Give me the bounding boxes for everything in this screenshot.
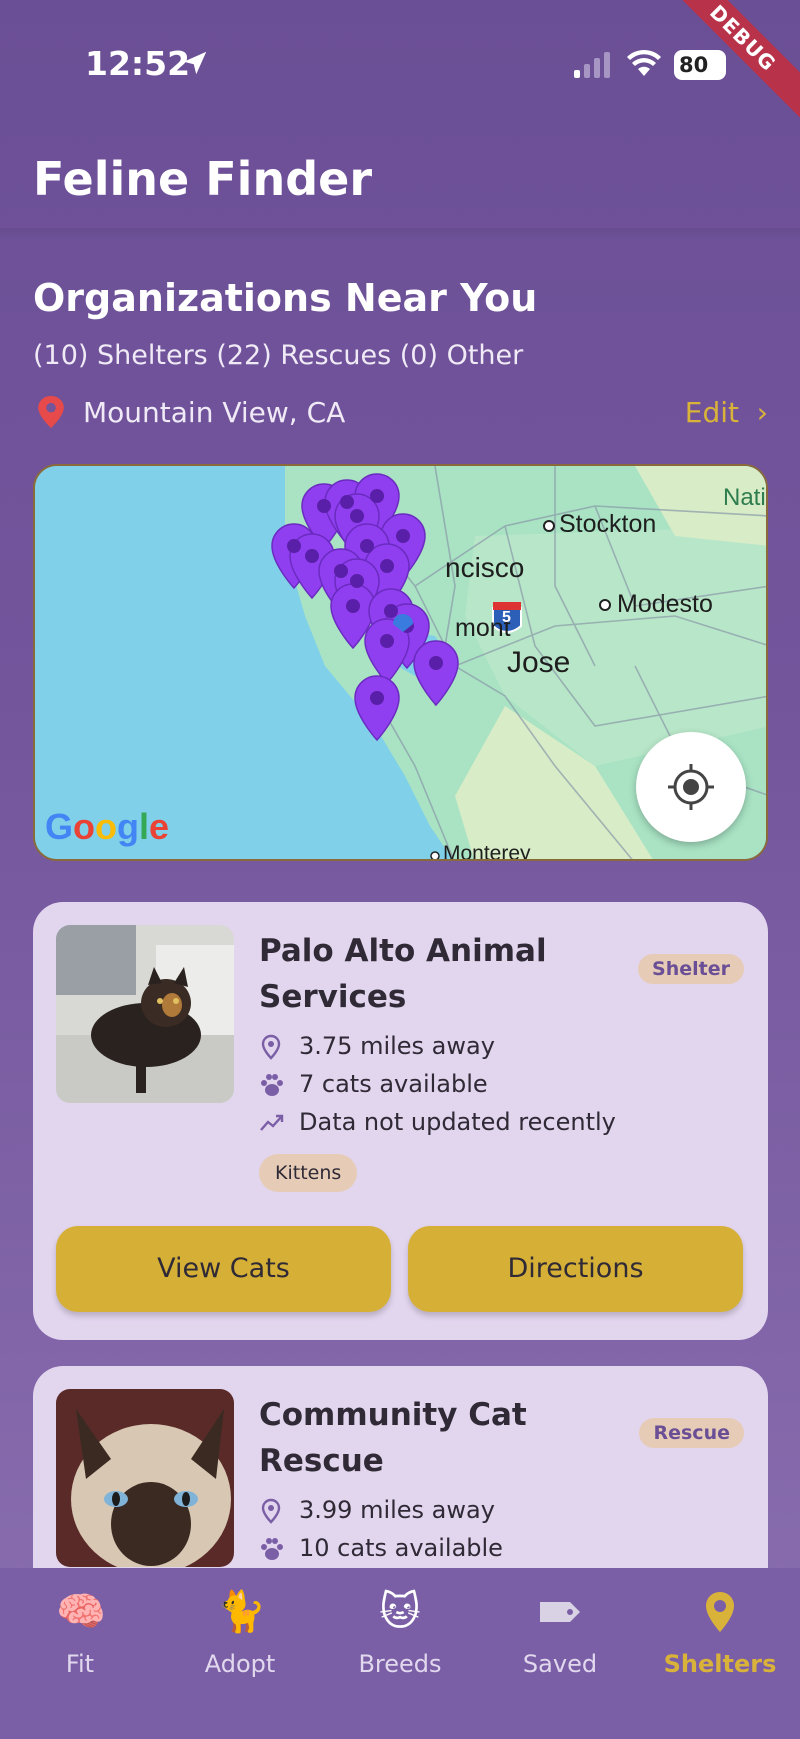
trending-up-icon xyxy=(260,1114,284,1131)
header-divider xyxy=(0,228,800,240)
location-pin-icon xyxy=(38,396,64,428)
location-row[interactable]: Mountain View, CA Edit › xyxy=(33,392,768,432)
tab-label: Breeds xyxy=(358,1650,442,1678)
cell-signal-icon xyxy=(574,52,610,78)
organization-photo xyxy=(56,925,234,1103)
map-label-national-park: Nati xyxy=(723,484,766,511)
map-label-modesto: Modesto xyxy=(617,590,713,618)
edit-label: Edit xyxy=(684,396,739,429)
location-pin-icon xyxy=(706,1592,734,1632)
organization-type-badge: Shelter xyxy=(638,954,744,984)
distance-text: 3.75 miles away xyxy=(299,1032,495,1060)
wifi-icon xyxy=(627,49,661,76)
cat-face-icon: 🐱 xyxy=(379,1589,421,1635)
map-pin-outline-icon xyxy=(261,1498,281,1524)
tab-label: Adopt xyxy=(204,1650,276,1678)
tab-label: Shelters xyxy=(663,1650,777,1678)
cat-icon: 🐈 xyxy=(216,1589,266,1635)
cats-available-text: 7 cats available xyxy=(299,1070,488,1098)
brain-icon: 🧠 xyxy=(56,1589,106,1635)
map-label-stockton: Stockton xyxy=(559,510,657,538)
chevron-right-icon: › xyxy=(747,396,768,429)
map-pin-outline-icon xyxy=(261,1034,281,1060)
google-logo: Google xyxy=(45,806,170,847)
edit-location-link[interactable]: Edit › xyxy=(685,396,768,429)
cats-available-text: 10 cats available xyxy=(299,1534,503,1562)
crosshair-icon xyxy=(668,764,714,810)
tab-label: Saved xyxy=(522,1650,598,1678)
distance-text: 3.99 miles away xyxy=(299,1496,495,1524)
tab-fit[interactable]: 🧠 Fit xyxy=(0,1580,160,1690)
paw-icon xyxy=(261,1074,283,1096)
tag-icon xyxy=(540,1602,580,1622)
directions-button[interactable]: Directions xyxy=(408,1226,743,1312)
tab-adopt[interactable]: 🐈 Adopt xyxy=(160,1580,320,1690)
status-time: 12:52 xyxy=(85,44,191,83)
map-label-san-francisco: ncisco xyxy=(445,552,525,583)
tab-label: Fit xyxy=(65,1650,95,1678)
battery-indicator: 80 xyxy=(674,50,726,80)
section-title: Organizations Near You xyxy=(33,276,538,320)
map-view[interactable]: Stockton ncisco Modesto mont Jose Monter… xyxy=(33,464,768,861)
map-label-monterey: Monterey xyxy=(443,842,531,861)
app-title: Feline Finder xyxy=(33,152,373,206)
organization-name: Community Cat Rescue xyxy=(259,1397,527,1479)
tab-breeds[interactable]: 🐱 Breeds xyxy=(320,1580,480,1690)
paw-icon xyxy=(261,1538,283,1560)
organization-card[interactable]: Palo Alto Animal Services Shelter 3.75 m… xyxy=(33,902,768,1340)
my-location-button[interactable] xyxy=(636,732,746,842)
location-text: Mountain View, CA xyxy=(83,396,346,429)
organization-counts: (10) Shelters (22) Rescues (0) Other xyxy=(33,340,524,371)
interstate-shield-label: 5 xyxy=(502,609,511,626)
organization-type-badge: Rescue xyxy=(639,1418,744,1448)
tag-chip: Kittens xyxy=(259,1154,358,1192)
tab-saved[interactable]: Saved xyxy=(480,1580,640,1690)
status-bar: 12:52 80 DEBUG xyxy=(0,0,800,131)
tab-shelters[interactable]: Shelters xyxy=(640,1580,800,1690)
update-status-text: Data not updated recently xyxy=(299,1108,616,1136)
bottom-tab-bar: 🧠 Fit 🐈 Adopt 🐱 Breeds Saved Shelters xyxy=(0,1568,800,1739)
organization-photo xyxy=(56,1389,234,1567)
map-label-san-jose: Jose xyxy=(507,646,571,679)
view-cats-button[interactable]: View Cats xyxy=(56,1226,391,1312)
location-arrow-icon xyxy=(183,51,207,75)
organization-name: Palo Alto Animal Services xyxy=(259,933,547,1015)
